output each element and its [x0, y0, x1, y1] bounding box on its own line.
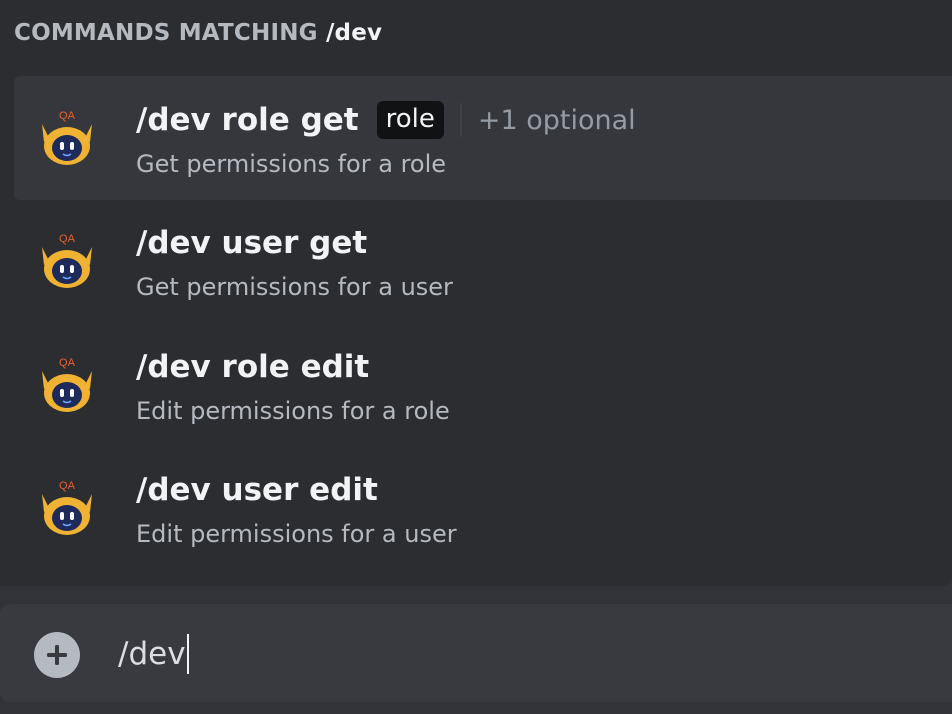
command-autocomplete-popup: COMMANDS MATCHING /dev QA /dev role get … — [0, 0, 952, 586]
add-attachment-button[interactable] — [34, 632, 80, 678]
command-option[interactable]: QA /dev role get role +1 optional Get pe… — [14, 76, 952, 200]
command-option[interactable]: QA /dev user edit Edit permissions for a… — [14, 446, 952, 570]
avatar-badge: QA — [59, 357, 76, 369]
text-caret — [186, 634, 189, 674]
bot-avatar-icon: QA — [42, 480, 92, 535]
autocomplete-header: COMMANDS MATCHING /dev — [14, 18, 382, 48]
optional-params-label: +1 optional — [477, 104, 636, 136]
command-name: /dev role get — [136, 102, 359, 138]
bot-avatar-icon: QA — [42, 233, 92, 288]
bot-avatar-icon: QA — [42, 110, 92, 165]
divider — [459, 103, 462, 137]
bot-avatar-icon: QA — [42, 357, 92, 412]
message-input-value: /dev — [118, 636, 186, 672]
avatar-badge: QA — [59, 480, 76, 492]
command-title: /dev role edit — [136, 347, 369, 387]
command-option[interactable]: QA /dev user get Get permissions for a u… — [14, 199, 952, 323]
command-name: /dev user get — [136, 225, 368, 261]
command-description: Get permissions for a user — [136, 273, 453, 301]
command-description: Edit permissions for a user — [136, 520, 457, 548]
command-title: /dev user edit — [136, 470, 378, 510]
command-name: /dev role edit — [136, 349, 370, 385]
command-option[interactable]: QA /dev role edit Edit permissions for a… — [14, 323, 952, 447]
plus-circle-icon — [47, 645, 67, 665]
command-description: Get permissions for a role — [136, 150, 447, 178]
avatar-badge: QA — [59, 233, 76, 245]
command-name: /dev user edit — [136, 472, 378, 508]
message-input-bar: /dev — [0, 604, 952, 702]
command-title: /dev user get — [136, 223, 367, 263]
avatar-badge: QA — [59, 110, 76, 122]
autocomplete-header-label: COMMANDS MATCHING — [14, 20, 318, 46]
command-description: Edit permissions for a role — [136, 397, 450, 425]
command-title: /dev role get role +1 optional — [136, 100, 636, 140]
autocomplete-header-query: /dev — [325, 20, 383, 46]
message-input[interactable]: /dev — [118, 632, 189, 676]
required-param-chip: role — [376, 101, 444, 139]
